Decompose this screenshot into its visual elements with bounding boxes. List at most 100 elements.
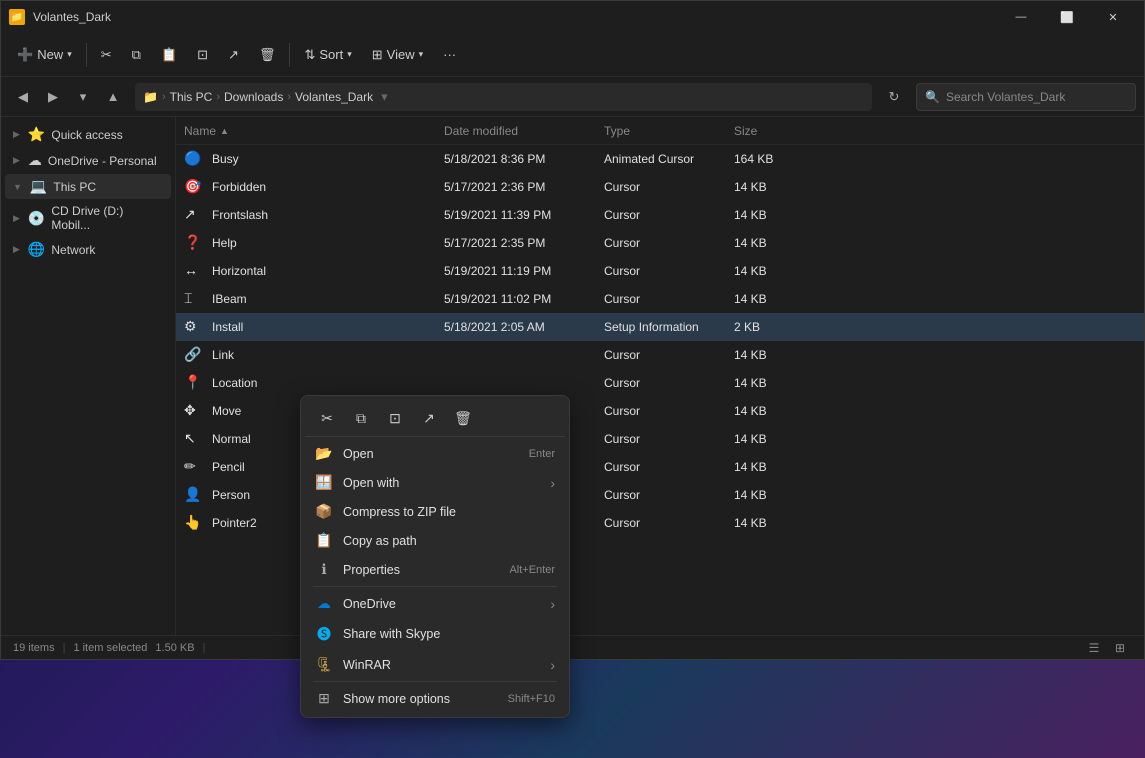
onedrive-expand-icon: ▶ [13, 155, 20, 166]
share-button[interactable]: ↗ [220, 43, 247, 67]
forward-button[interactable]: ▶ [39, 83, 67, 111]
ctx-item-properties[interactable]: ℹ Properties Alt+Enter [305, 555, 565, 584]
ctx-item-more-options[interactable]: ⊞ Show more options Shift+F10 [305, 684, 565, 713]
file-name: Forbidden [212, 180, 266, 194]
sort-chevron-icon: ▾ [347, 49, 352, 60]
col-header-name[interactable]: Name ▲ [184, 124, 444, 138]
ctx-item-compress[interactable]: 📦 Compress to ZIP file [305, 497, 565, 526]
file-type-icon: 🔵 [184, 150, 202, 168]
table-row[interactable]: ↗ Frontslash 5/19/2021 11:39 PM Cursor 1… [176, 201, 1144, 229]
table-row[interactable]: 🎯 Forbidden 5/17/2021 2:36 PM Cursor 14 … [176, 173, 1144, 201]
search-box[interactable]: 🔍 Search Volantes_Dark [916, 83, 1136, 111]
table-row[interactable]: 📍 Location Cursor 14 KB [176, 369, 1144, 397]
ctx-item-winrar[interactable]: 🗜 WinRAR [305, 650, 565, 679]
breadcrumb[interactable]: 📁 › This PC › Downloads › Volantes_Dark … [135, 83, 872, 111]
new-button[interactable]: ➕ New ▾ [9, 43, 80, 67]
ctx-onedrive-label: OneDrive [343, 597, 540, 611]
new-label: New [37, 47, 63, 62]
status-size: 1.50 KB [155, 642, 194, 654]
minimize-button[interactable]: — [998, 1, 1044, 33]
sidebar-item-label-quick-access: Quick access [51, 128, 122, 142]
onedrive-icon: ☁ [28, 152, 42, 169]
table-row[interactable]: ⌶ IBeam 5/19/2021 11:02 PM Cursor 14 KB [176, 285, 1144, 313]
table-row[interactable]: ↔ Horizontal 5/19/2021 11:19 PM Cursor 1… [176, 257, 1144, 285]
file-size-cell: 2 KB [734, 320, 814, 334]
file-name-cell: 🔗 Link [184, 346, 444, 364]
list-view-button[interactable]: ☰ [1082, 638, 1106, 658]
file-name: Busy [212, 152, 239, 166]
ctx-paste-button[interactable]: ⊡ [379, 404, 411, 432]
table-row[interactable]: ⚙ Install 5/18/2021 2:05 AM Setup Inform… [176, 313, 1144, 341]
more-button[interactable]: ··· [435, 43, 464, 66]
breadcrumb-sep-2: › [216, 91, 220, 103]
sidebar-item-this-pc[interactable]: ▼ 💻 This PC [5, 174, 171, 199]
file-type-cell: Cursor [604, 516, 734, 530]
sidebar-item-cd-drive[interactable]: ▶ 💿 CD Drive (D:) Mobil... [5, 200, 171, 236]
ctx-copy-button[interactable]: ⧉ [345, 404, 377, 432]
copy-button[interactable]: ⧉ [124, 43, 149, 67]
status-items-count: 19 items [13, 642, 55, 654]
table-row[interactable]: 🔵 Busy 5/18/2021 8:36 PM Animated Cursor… [176, 145, 1144, 173]
sort-button[interactable]: ⇅ Sort ▾ [296, 43, 359, 67]
title-bar: 📁 Volantes_Dark — ⬜ ✕ [1, 1, 1144, 33]
file-type-cell: Cursor [604, 292, 734, 306]
file-size-cell: 14 KB [734, 292, 814, 306]
sidebar-item-network[interactable]: ▶ 🌐 Network [5, 237, 171, 262]
paste-button[interactable]: 📋 [153, 43, 185, 67]
ctx-item-copy-path[interactable]: 📋 Copy as path [305, 526, 565, 555]
back-button[interactable]: ◀ [9, 83, 37, 111]
ctx-more-options-icon: ⊞ [315, 690, 333, 707]
paste-icon: 📋 [161, 47, 177, 63]
file-size-cell: 14 KB [734, 236, 814, 250]
status-sep-1: | [63, 642, 66, 654]
file-date-cell: 5/19/2021 11:02 PM [444, 292, 604, 306]
file-name: Install [212, 320, 243, 334]
sidebar-item-quick-access[interactable]: ▶ ⭐ Quick access [5, 122, 171, 147]
ctx-delete-button[interactable]: 🗑 [447, 404, 479, 432]
table-row[interactable]: 🔗 Link Cursor 14 KB [176, 341, 1144, 369]
file-size-cell: 164 KB [734, 152, 814, 166]
sidebar-item-onedrive[interactable]: ▶ ☁ OneDrive - Personal [5, 148, 171, 173]
up-button[interactable]: ▲ [99, 83, 127, 111]
ctx-item-skype[interactable]: 🅢 Share with Skype [305, 618, 565, 650]
file-type-icon: ↗ [184, 206, 202, 224]
copy-icon: ⧉ [132, 47, 141, 63]
ctx-item-open-with[interactable]: 🪟 Open with [305, 468, 565, 497]
ctx-cut-button[interactable]: ✂ [311, 404, 343, 432]
view-button[interactable]: ⊞ View ▾ [364, 43, 431, 67]
delete-button[interactable]: 🗑 [251, 43, 284, 67]
grid-view-button[interactable]: ⊞ [1108, 638, 1132, 658]
table-row[interactable]: ❓ Help 5/17/2021 2:35 PM Cursor 14 KB [176, 229, 1144, 257]
maximize-button[interactable]: ⬜ [1044, 1, 1090, 33]
cd-drive-expand-icon: ▶ [13, 213, 20, 224]
cd-drive-icon: 💿 [28, 210, 45, 227]
file-type-cell: Cursor [604, 236, 734, 250]
view-toggle-buttons: ☰ ⊞ [1082, 638, 1132, 658]
col-header-type[interactable]: Type [604, 124, 734, 138]
cut-icon: ✂ [101, 47, 112, 63]
ctx-skype-label: Share with Skype [343, 627, 555, 641]
ctx-item-onedrive[interactable]: ☁ OneDrive [305, 589, 565, 618]
more-icon: ··· [443, 47, 456, 62]
view-icon: ⊞ [372, 47, 383, 63]
col-header-size[interactable]: Size [734, 124, 814, 138]
file-date-cell: 5/19/2021 11:19 PM [444, 264, 604, 278]
file-type-cell: Animated Cursor [604, 152, 734, 166]
file-header: Name ▲ Date modified Type Size [176, 117, 1144, 145]
window-title: Volantes_Dark [33, 10, 111, 24]
file-type-cell: Cursor [604, 488, 734, 502]
file-type-icon: ↖ [184, 430, 202, 448]
explorer-window: 📁 Volantes_Dark — ⬜ ✕ ➕ New ▾ ✂ ⧉ 📋 ⊡ ↗ [0, 0, 1145, 660]
rename-button[interactable]: ⊡ [189, 43, 216, 67]
file-type-cell: Cursor [604, 460, 734, 474]
cut-button[interactable]: ✂ [93, 43, 120, 67]
breadcrumb-sep-3: › [287, 91, 291, 103]
file-type-icon: ❓ [184, 234, 202, 252]
close-button[interactable]: ✕ [1090, 1, 1136, 33]
recent-button[interactable]: ▾ [69, 83, 97, 111]
col-header-date[interactable]: Date modified [444, 124, 604, 138]
refresh-button[interactable]: ↻ [880, 83, 908, 111]
ctx-share-button[interactable]: ↗ [413, 404, 445, 432]
ctx-item-open[interactable]: 📂 Open Enter [305, 439, 565, 468]
file-type-icon: ✥ [184, 402, 202, 420]
